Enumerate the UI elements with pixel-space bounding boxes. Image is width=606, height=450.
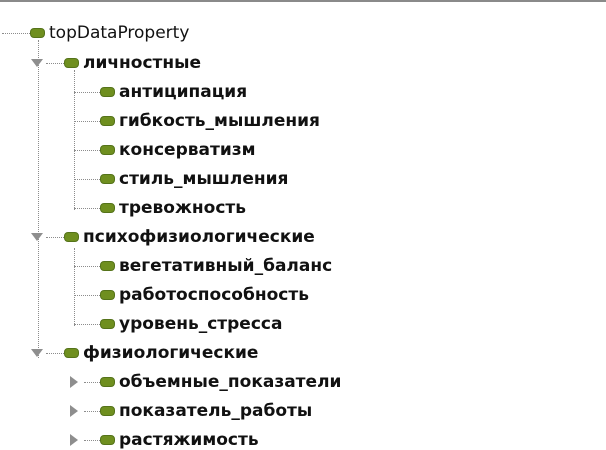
node-label: тревожность <box>119 198 247 218</box>
connector <box>84 411 100 412</box>
expand-toggle-child[interactable] <box>68 376 80 388</box>
green-pill-icon <box>64 58 79 68</box>
tree-node-child[interactable]: показатель_работы <box>100 399 312 423</box>
node-label: работоспособность <box>119 285 309 305</box>
connector <box>46 237 64 238</box>
tree-node-child[interactable]: объемные_показатели <box>100 370 341 394</box>
green-pill-icon <box>64 348 79 358</box>
tree-node-child[interactable]: уровень_стресса <box>100 312 282 336</box>
green-pill-icon <box>100 116 115 126</box>
tree-node-child[interactable]: консерватизм <box>100 138 256 162</box>
tree-node-child[interactable]: растяжимость <box>100 428 259 450</box>
node-label: уровень_стресса <box>119 314 283 334</box>
node-label: topDataProperty <box>49 23 190 43</box>
data-property-tree: topDataProperty личностные антиципация г… <box>0 0 606 450</box>
expand-toggle-group-1[interactable] <box>31 57 43 69</box>
node-label: личностные <box>83 53 202 73</box>
green-pill-icon <box>100 377 115 387</box>
green-pill-icon <box>100 174 115 184</box>
connector <box>74 92 100 93</box>
green-pill-icon <box>100 87 115 97</box>
connector <box>74 208 100 209</box>
expand-toggle-child[interactable] <box>68 405 80 417</box>
root-connector <box>2 33 30 34</box>
node-label: физиологические <box>83 343 259 363</box>
connector <box>74 324 100 325</box>
green-pill-icon <box>64 232 79 242</box>
connector <box>74 295 100 296</box>
tree-node-child[interactable]: работоспособность <box>100 283 309 307</box>
tree-node-child[interactable]: антиципация <box>100 80 247 104</box>
node-label: показатель_работы <box>119 401 313 421</box>
group-2-vertical-connector <box>74 248 75 326</box>
tree-node-child[interactable]: тревожность <box>100 196 246 220</box>
triangle-right-icon <box>70 434 78 446</box>
root-vertical-connector <box>38 40 39 358</box>
connector <box>84 440 100 441</box>
node-label: вегетативный_баланс <box>119 256 333 276</box>
green-pill-icon <box>100 435 115 445</box>
triangle-right-icon <box>70 405 78 417</box>
node-label: растяжимость <box>119 430 259 450</box>
node-label: антиципация <box>119 82 248 102</box>
node-label: объемные_показатели <box>119 372 342 392</box>
node-label: гибкость_мышления <box>119 111 320 131</box>
connector <box>46 63 64 64</box>
green-pill-icon <box>100 203 115 213</box>
connector <box>84 382 100 383</box>
tree-node-group-1[interactable]: личностные <box>64 51 201 75</box>
triangle-right-icon <box>70 376 78 388</box>
tree-node-root[interactable]: topDataProperty <box>30 21 189 45</box>
tree-node-group-2[interactable]: психофизиологические <box>64 225 315 249</box>
connector <box>74 266 100 267</box>
node-label: консерватизм <box>119 140 256 160</box>
triangle-down-icon <box>31 233 43 241</box>
tree-node-child[interactable]: гибкость_мышления <box>100 109 320 133</box>
connector <box>74 179 100 180</box>
green-pill-icon <box>100 290 115 300</box>
node-label: психофизиологические <box>83 227 315 247</box>
tree-node-group-3[interactable]: физиологические <box>64 341 258 365</box>
green-pill-icon <box>100 319 115 329</box>
tree-node-child[interactable]: стиль_мышления <box>100 167 288 191</box>
green-pill-icon <box>100 145 115 155</box>
node-label: стиль_мышления <box>119 169 289 189</box>
expand-toggle-group-3[interactable] <box>31 347 43 359</box>
connector <box>46 353 64 354</box>
connector <box>74 121 100 122</box>
connector <box>74 150 100 151</box>
green-pill-icon <box>100 261 115 271</box>
expand-toggle-group-2[interactable] <box>31 231 43 243</box>
green-pill-icon <box>100 406 115 416</box>
tree-node-child[interactable]: вегетативный_баланс <box>100 254 332 278</box>
triangle-down-icon <box>31 59 43 67</box>
green-pill-icon <box>30 28 45 38</box>
expand-toggle-child[interactable] <box>68 434 80 446</box>
group-1-vertical-connector <box>74 70 75 210</box>
triangle-down-icon <box>31 349 43 357</box>
